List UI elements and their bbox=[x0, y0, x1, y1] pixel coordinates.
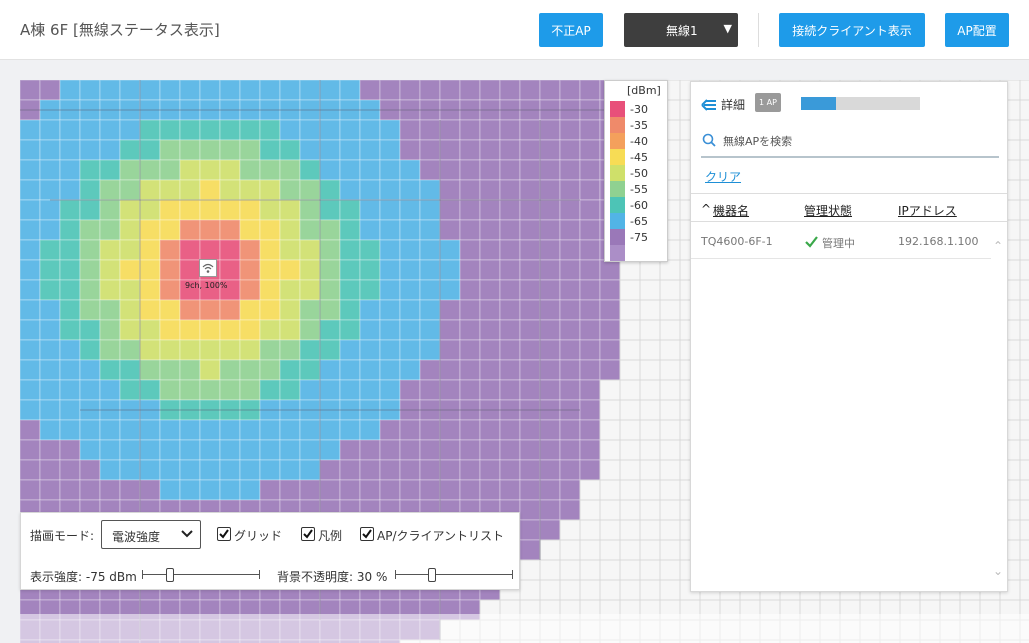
scroll-up-icon[interactable]: ⌃ bbox=[993, 239, 1003, 253]
ip-cell: 192.168.1.100 bbox=[898, 235, 979, 248]
legend-value: -30 bbox=[630, 103, 648, 116]
wireless-select-value: 無線1 bbox=[666, 24, 698, 38]
ap-list-panel: 詳細 1 AP クリア ^ 機器名 管理状態 IPアドレス TQ4600-6F-… bbox=[690, 81, 1008, 592]
legend-swatch bbox=[610, 213, 625, 229]
legend-item: -55 bbox=[610, 181, 665, 197]
legend-item bbox=[610, 245, 665, 261]
legend-value: -50 bbox=[630, 167, 648, 180]
aplist-checkbox[interactable] bbox=[360, 527, 374, 541]
map-bottom-fade bbox=[20, 614, 1029, 643]
legend-checkbox[interactable] bbox=[301, 527, 315, 541]
legend-swatch bbox=[610, 149, 625, 165]
page-title: A棟 6F [無線ステータス表示] bbox=[20, 21, 220, 39]
legend-swatch bbox=[610, 245, 625, 261]
ap-marker[interactable] bbox=[199, 259, 217, 277]
legend-value: -60 bbox=[630, 199, 648, 212]
detail-toggle[interactable]: 詳細 bbox=[701, 96, 745, 113]
collapse-arrow-icon bbox=[701, 98, 716, 111]
checkmark-icon bbox=[362, 529, 372, 539]
ap-progress-bar bbox=[801, 97, 920, 110]
legend-item: -75 bbox=[610, 229, 665, 245]
legend-value: -35 bbox=[630, 119, 648, 132]
strength-slider[interactable] bbox=[142, 568, 260, 582]
header-divider bbox=[758, 13, 759, 47]
table-row[interactable]: TQ4600-6F-1 管理中 192.168.1.100 bbox=[691, 225, 991, 259]
legend-item: -60 bbox=[610, 197, 665, 213]
legend-item: -50 bbox=[610, 165, 665, 181]
ap-search-input[interactable] bbox=[723, 130, 993, 152]
ap-placement-button[interactable]: AP配置 bbox=[945, 13, 1009, 47]
chevron-down-icon bbox=[181, 530, 193, 538]
draw-mode-select[interactable]: 電波強度 bbox=[101, 520, 201, 549]
checkmark-icon bbox=[219, 529, 229, 539]
legend-item: -30 bbox=[610, 101, 665, 117]
caret-down-icon: ▼ bbox=[723, 22, 732, 35]
legend-swatch bbox=[610, 117, 625, 133]
strength-label: 表示強度: -75 dBm bbox=[30, 570, 137, 584]
ap-count-badge: 1 AP bbox=[755, 93, 781, 112]
ap-channel-label: 9ch, 100% bbox=[185, 281, 228, 290]
col-status[interactable]: 管理状態 bbox=[804, 202, 852, 219]
strength-slider-thumb[interactable] bbox=[166, 568, 175, 582]
legend-swatch bbox=[610, 133, 625, 149]
legend-value: -65 bbox=[630, 215, 648, 228]
legend-value: -55 bbox=[630, 183, 648, 196]
header-bar: A棟 6F [無線ステータス表示] 不正AP 無線1 ▼ 接続クライアント表示 … bbox=[0, 0, 1029, 60]
detail-label: 詳細 bbox=[721, 98, 746, 112]
wifi-icon bbox=[202, 263, 214, 273]
draw-mode-label: 描画モード: bbox=[30, 529, 95, 543]
legend-item: -35 bbox=[610, 117, 665, 133]
legend-item: -65 bbox=[610, 213, 665, 229]
ap-progress-fill bbox=[801, 97, 836, 110]
col-device-name[interactable]: 機器名 bbox=[713, 202, 749, 219]
legend-swatch bbox=[610, 197, 625, 213]
clear-link[interactable]: クリア bbox=[705, 168, 741, 185]
ap-search bbox=[701, 126, 999, 158]
legend-swatch bbox=[610, 229, 625, 245]
show-clients-button[interactable]: 接続クライアント表示 bbox=[779, 13, 925, 47]
opacity-slider[interactable] bbox=[395, 568, 513, 582]
grid-checkbox[interactable] bbox=[217, 527, 231, 541]
wireless-select[interactable]: 無線1 ▼ bbox=[624, 13, 738, 47]
legend-label: 凡例 bbox=[318, 529, 343, 543]
legend-unit: [dBm] bbox=[627, 84, 661, 97]
device-name-cell: TQ4600-6F-1 bbox=[701, 235, 773, 248]
legend-value: -45 bbox=[630, 151, 648, 164]
grid-label: グリッド bbox=[234, 529, 283, 543]
legend-item: -40 bbox=[610, 133, 665, 149]
sort-indicator-icon: ^ bbox=[701, 202, 712, 216]
aplist-label: AP/クライアントリスト bbox=[377, 529, 505, 543]
draw-mode-value: 電波強度 bbox=[112, 530, 161, 544]
signal-legend: [dBm] -30 -35 -40 -45 -50 -55 -60 -65 -75 bbox=[604, 80, 668, 262]
legend-value: -40 bbox=[630, 135, 648, 148]
rogue-ap-button[interactable]: 不正AP bbox=[539, 13, 603, 47]
status-cell: 管理中 bbox=[822, 237, 855, 250]
scroll-down-icon[interactable]: ⌄ bbox=[993, 564, 1003, 578]
legend-value: -75 bbox=[630, 231, 648, 244]
legend-item: -45 bbox=[610, 149, 665, 165]
check-icon bbox=[805, 236, 818, 248]
legend-swatch bbox=[610, 181, 625, 197]
opacity-slider-thumb[interactable] bbox=[428, 568, 436, 582]
table-header: ^ 機器名 管理状態 IPアドレス bbox=[691, 193, 1007, 222]
legend-swatch bbox=[610, 101, 625, 117]
opacity-label: 背景不透明度: 30 % bbox=[277, 570, 388, 584]
col-ip[interactable]: IPアドレス bbox=[898, 202, 957, 219]
checkmark-icon bbox=[303, 529, 313, 539]
search-icon bbox=[702, 133, 716, 147]
legend-swatch bbox=[610, 165, 625, 181]
map-controls: 描画モード: 電波強度 グリッド 凡例 AP/クライアントリスト 表示強度: -… bbox=[20, 512, 520, 590]
